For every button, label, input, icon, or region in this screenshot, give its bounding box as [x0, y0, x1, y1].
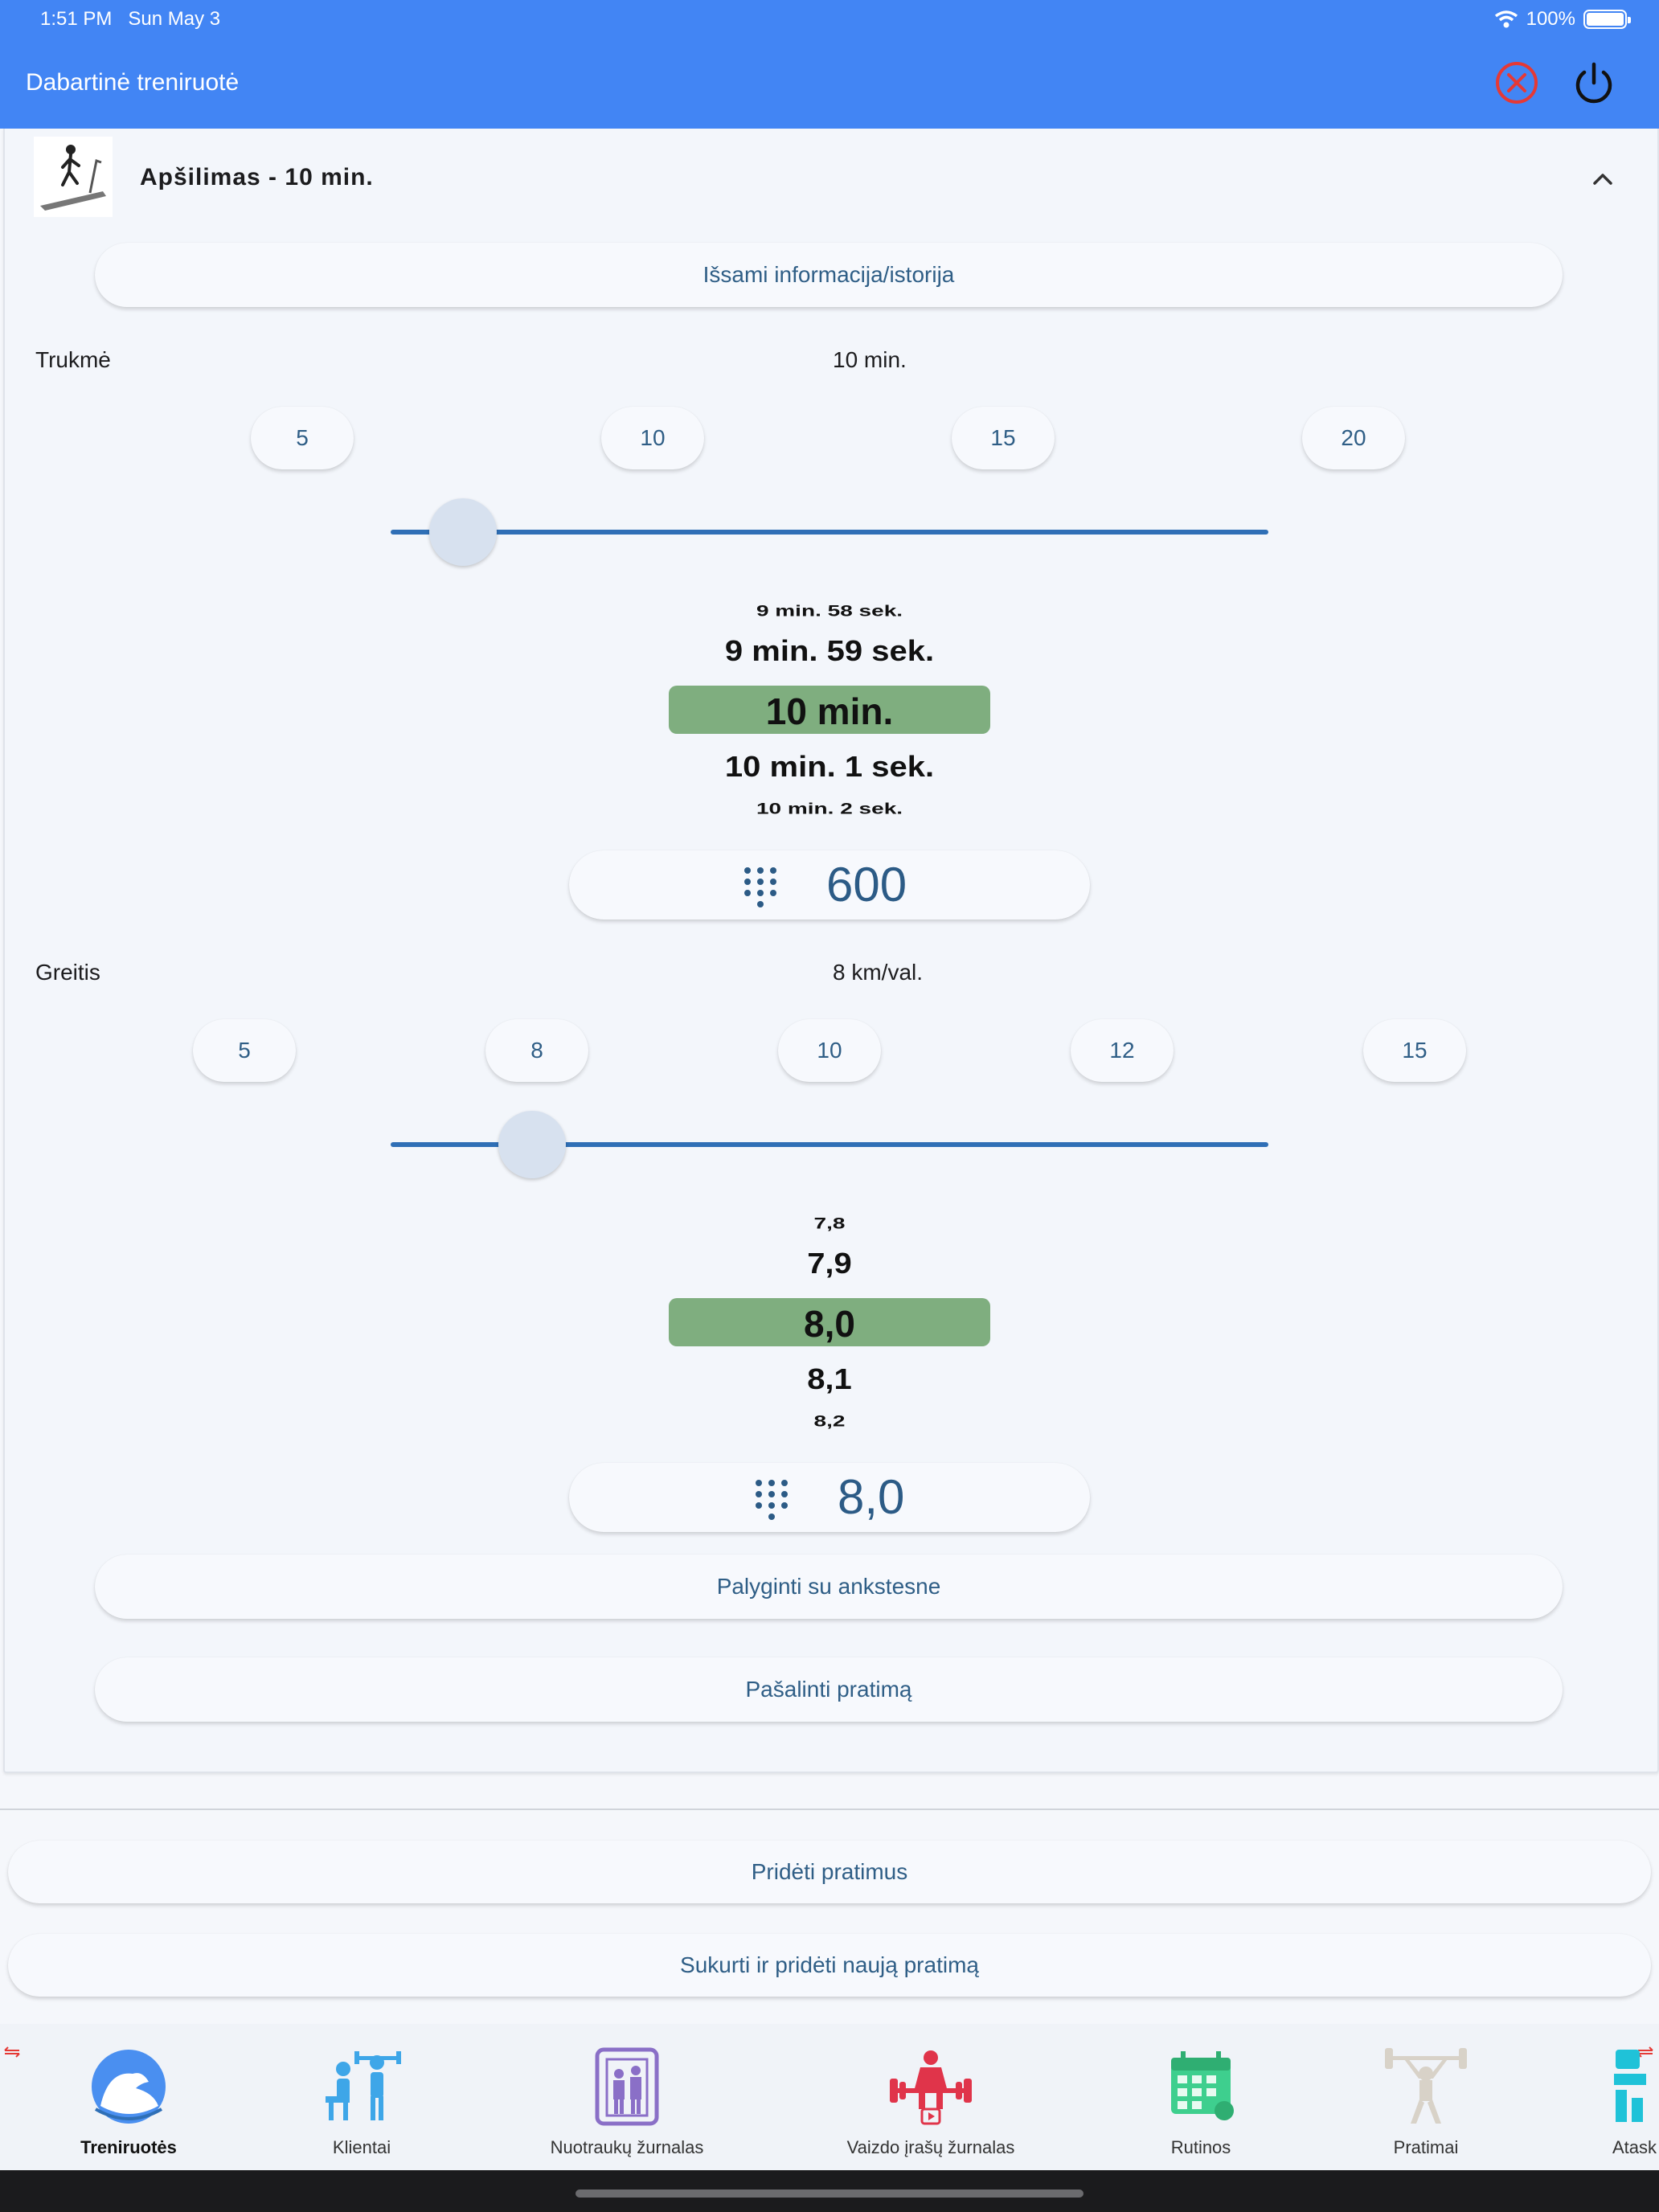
tab-pratimai[interactable]: Pratimai — [1354, 2046, 1498, 2158]
speed-label: Greitis — [35, 960, 100, 985]
battery-icon — [1583, 10, 1631, 29]
duration-preset-10[interactable]: 10 — [601, 407, 704, 469]
speed-preset-5[interactable]: 5 — [193, 1019, 296, 1082]
weightlifter-icon — [1385, 2048, 1467, 2124]
trainer-clients-icon — [326, 2051, 401, 2120]
remove-exercise-button[interactable]: Pašalinti pratimą — [95, 1657, 1563, 1722]
speed-value: 8 km/val. — [833, 960, 924, 985]
tab-treniruotes[interactable]: Treniruotės — [48, 2046, 209, 2158]
keypad-icon — [756, 1480, 788, 1520]
duration-numeric-input[interactable]: 600 — [569, 850, 1090, 920]
speed-preset-8[interactable]: 8 — [485, 1019, 588, 1082]
duration-wheel-item[interactable]: 9 min. 58 sek. — [588, 602, 1071, 620]
video-journal-icon — [890, 2050, 972, 2125]
battery-percent: 100% — [1526, 8, 1575, 30]
exercise-title: Apšilimas - 10 min. — [140, 164, 374, 190]
power-button[interactable] — [1569, 58, 1619, 108]
tab-label: Nuotraukų žurnalas — [550, 2137, 704, 2157]
status-indicators: 100% — [1494, 8, 1631, 31]
duration-slider-track[interactable] — [391, 530, 1268, 535]
tab-label: Pratimai — [1393, 2137, 1459, 2157]
duration-slider-thumb[interactable] — [429, 498, 497, 566]
page-title: Dabartinė treniruotė — [26, 69, 240, 96]
speed-numeric-value: 8,0 — [838, 1470, 905, 1524]
tab-label: Rutinos — [1170, 2137, 1231, 2157]
tab-label: Treniruotės — [80, 2137, 177, 2157]
divider — [0, 1809, 1659, 1810]
speed-preset-10[interactable]: 10 — [778, 1019, 881, 1082]
chevron-up-icon[interactable] — [1587, 162, 1619, 195]
speed-wheel-selected[interactable]: 8,0 — [588, 1302, 1071, 1346]
speed-wheel-item[interactable]: 7,8 — [588, 1215, 1071, 1232]
duration-preset-20[interactable]: 20 — [1302, 407, 1405, 469]
scroll-left-icon[interactable] — [3, 2046, 21, 2058]
photo-journal-icon — [595, 2047, 659, 2126]
compare-previous-button[interactable]: Palyginti su ankstesne — [95, 1555, 1563, 1619]
duration-wheel-item[interactable]: 9 min. 59 sek. — [588, 635, 1071, 668]
duration-numeric-value: 600 — [826, 858, 907, 911]
tab-ataskaitos[interactable]: Atask — [1600, 2046, 1659, 2158]
duration-value: 10 min. — [833, 347, 907, 372]
cancel-workout-button[interactable] — [1492, 58, 1542, 108]
speed-preset-15[interactable]: 15 — [1363, 1019, 1466, 1082]
home-indicator[interactable] — [576, 2189, 1083, 2198]
duration-label: Trukmė — [35, 347, 111, 372]
treadmill-thumbnail — [34, 137, 113, 217]
duration-preset-15[interactable]: 15 — [952, 407, 1055, 469]
wifi-icon — [1494, 10, 1518, 28]
muscle-icon — [92, 2050, 166, 2124]
speed-slider-thumb[interactable] — [498, 1111, 566, 1178]
duration-preset-5[interactable]: 5 — [251, 407, 354, 469]
speed-wheel-item[interactable]: 8,2 — [588, 1412, 1071, 1430]
speed-wheel-item[interactable]: 8,1 — [588, 1363, 1071, 1396]
duration-wheel-item[interactable]: 10 min. 2 sek. — [588, 800, 1071, 817]
tab-rutinos[interactable]: Rutinos — [1129, 2046, 1273, 2158]
tab-vaizdo-irasu-zurnalas[interactable]: Vaizdo įrašų žurnalas — [842, 2046, 1019, 2158]
calendar-icon — [1171, 2051, 1234, 2120]
speed-numeric-input[interactable]: 8,0 — [569, 1463, 1090, 1532]
tab-nuotrauku-zurnalas[interactable]: Nuotraukų žurnalas — [539, 2046, 715, 2158]
duration-wheel-selected[interactable]: 10 min. — [588, 690, 1071, 733]
app-header: 1:51 PM Sun May 3 100% Dabartinė treniru… — [0, 0, 1659, 129]
tab-label: Atask — [1612, 2137, 1657, 2157]
details-history-button[interactable]: Išsami informacija/istorija — [95, 243, 1563, 307]
tab-label: Klientai — [332, 2137, 391, 2157]
speed-wheel-item[interactable]: 7,9 — [588, 1247, 1071, 1280]
add-exercises-button[interactable]: Pridėti pratimus — [8, 1841, 1651, 1903]
tab-label: Vaizdo įrašų žurnalas — [846, 2137, 1015, 2157]
keypad-icon — [744, 867, 776, 907]
reports-icon — [1614, 2050, 1646, 2122]
create-add-exercise-button[interactable]: Sukurti ir pridėti naują pratimą — [8, 1934, 1651, 1997]
status-time: 1:51 PM Sun May 3 — [40, 8, 221, 30]
duration-wheel-item[interactable]: 10 min. 1 sek. — [588, 751, 1071, 784]
speed-preset-12[interactable]: 12 — [1071, 1019, 1174, 1082]
tab-klientai[interactable]: Klientai — [289, 2046, 434, 2158]
